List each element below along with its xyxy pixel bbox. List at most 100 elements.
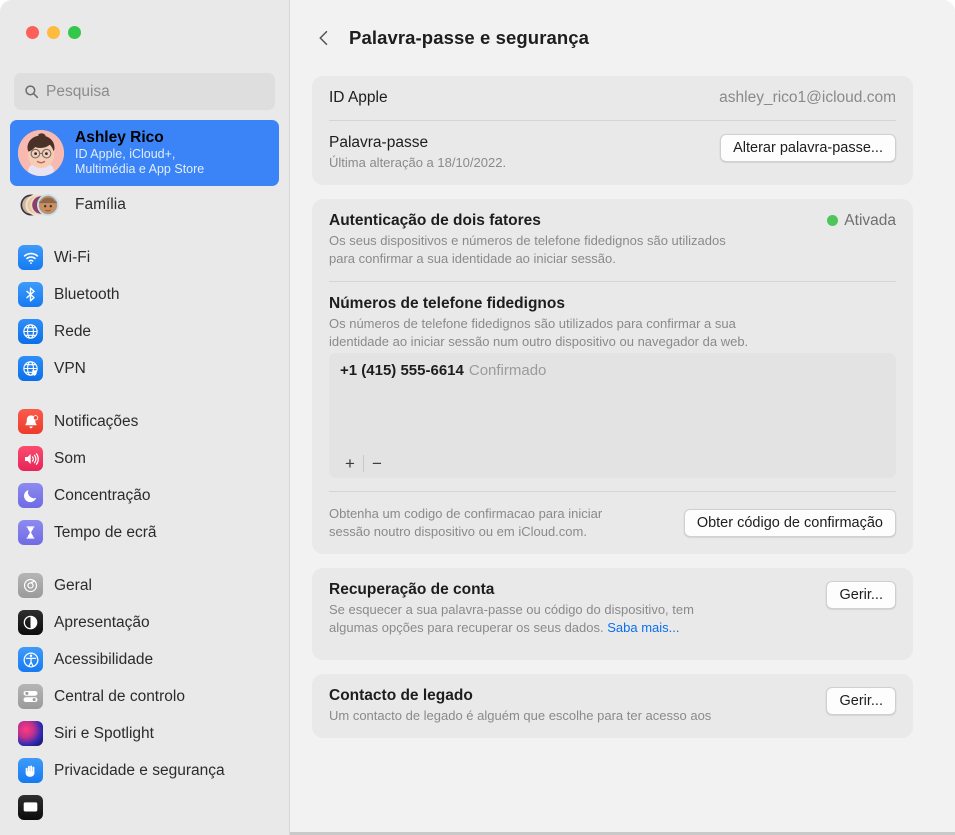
account-recovery-text-block: Recuperação de conta Se esquecer a sua p… — [329, 581, 694, 637]
sidebar-nav: Ashley Rico ID Apple, iCloud+, Multimédi… — [0, 120, 289, 835]
notifications-bell-icon — [18, 409, 43, 434]
sidebar-item-bluetooth-label: Bluetooth — [54, 285, 120, 303]
search-input[interactable] — [46, 82, 265, 101]
nav-divider-2 — [0, 387, 289, 403]
sidebar-item-privacy-security[interactable]: Privacidade e segurança — [10, 752, 279, 789]
sidebar-item-vpn[interactable]: VPN — [10, 350, 279, 387]
desktop-dock-icon — [18, 795, 43, 820]
family-memoji-icon — [18, 190, 64, 220]
listbox-toolbar: + − — [329, 450, 896, 478]
sidebar-item-notifications[interactable]: Notificações — [10, 403, 279, 440]
verification-code-description-line1: Obtenha um codigo de confirmacao para in… — [329, 505, 603, 521]
sidebar-item-screen-time-label: Tempo de ecrã — [54, 523, 157, 541]
trusted-phones-list: +1 (415) 555-6614 Confirmado — [329, 353, 896, 450]
status-badge: Ativada — [827, 212, 896, 230]
account-name: Ashley Rico — [75, 129, 164, 147]
learn-more-link[interactable]: Saba mais... — [607, 620, 679, 635]
sidebar-item-wifi[interactable]: Wi-Fi — [10, 239, 279, 276]
vpn-globe-icon — [18, 356, 43, 381]
sidebar-item-network-label: Rede — [54, 322, 92, 340]
general-gear-icon — [18, 573, 43, 598]
verification-code-description-line2: sessão noutro dispositivo ou em iCloud.c… — [329, 523, 587, 539]
trusted-phones-description-line1: Os números de telefone fidedignos são ut… — [329, 315, 736, 331]
sidebar-item-bluetooth[interactable]: Bluetooth — [10, 276, 279, 313]
close-window-button[interactable] — [26, 26, 39, 39]
sidebar: Ashley Rico ID Apple, iCloud+, Multimédi… — [0, 0, 290, 835]
maximize-window-button[interactable] — [68, 26, 81, 39]
account-recovery-row: Recuperação de conta Se esquecer a sua p… — [329, 568, 896, 661]
two-factor-row: Autenticação de dois fatores Os seus dis… — [329, 199, 896, 281]
sidebar-item-focus[interactable]: Concentração — [10, 477, 279, 514]
apple-id-label: ID Apple — [329, 89, 388, 106]
sidebar-item-siri-spotlight[interactable]: Siri e Spotlight — [10, 715, 279, 752]
sidebar-item-control-center[interactable]: Central de controlo — [10, 678, 279, 715]
main-pane: Palavra-passe e segurança ID Apple ashle… — [290, 0, 955, 835]
apple-id-row: ID Apple ashley_rico1@icloud.com — [329, 76, 896, 120]
account-recovery-title: Recuperação de conta — [329, 580, 495, 598]
legacy-contact-row: Contacto de legado Um contacto de legado… — [329, 674, 896, 738]
change-password-button[interactable]: Alterar palavra-passe... — [720, 134, 896, 162]
account-subtitle-line2: Multimédia e App Store — [75, 162, 205, 177]
apple-id-value: ashley_rico1@icloud.com — [719, 89, 896, 106]
sidebar-item-general[interactable]: Geral — [10, 567, 279, 604]
pane-titlebar: Palavra-passe e segurança — [290, 0, 955, 76]
verification-code-row: Obtenha um codigo de confirmacao para in… — [329, 492, 896, 554]
trusted-phones-block: Números de telefone fidedignos Os número… — [329, 282, 896, 478]
sound-speaker-icon — [18, 446, 43, 471]
sidebar-item-wifi-label: Wi-Fi — [54, 248, 91, 266]
settings-content: ID Apple ashley_rico1@icloud.com Palavra… — [290, 76, 955, 739]
wifi-icon — [18, 245, 43, 270]
sidebar-item-focus-label: Concentração — [54, 486, 151, 504]
window-controls — [26, 26, 81, 39]
two-factor-text-block: Autenticação de dois fatores Os seus dis… — [329, 212, 726, 268]
phone-state: Confirmado — [468, 361, 547, 379]
sidebar-item-control-center-label: Central de controlo — [54, 687, 185, 705]
control-center-icon — [18, 684, 43, 709]
sidebar-item-screen-time[interactable]: Tempo de ecrã — [10, 514, 279, 551]
manage-account-recovery-button[interactable]: Gerir... — [826, 580, 896, 609]
accessibility-icon — [18, 647, 43, 672]
sidebar-item-accessibility[interactable]: Acessibilidade — [10, 641, 279, 678]
phone-number: +1 (415) 555-6614 — [340, 361, 464, 379]
sidebar-item-appearance[interactable]: Apresentação — [10, 604, 279, 641]
network-globe-icon — [18, 319, 43, 344]
sidebar-item-sound[interactable]: Som — [10, 440, 279, 477]
manage-legacy-contact-button[interactable]: Gerir... — [826, 687, 896, 716]
account-recovery-description-line2: algumas opções para recuperar os seus da… — [329, 619, 608, 635]
password-label: Palavra-passe — [329, 134, 429, 151]
list-item[interactable]: +1 (415) 555-6614 Confirmado — [340, 362, 885, 379]
appearance-icon — [18, 610, 43, 635]
screen-time-hourglass-icon — [18, 520, 43, 545]
sidebar-item-account[interactable]: Ashley Rico ID Apple, iCloud+, Multimédi… — [10, 120, 279, 186]
trusted-phones-listbox[interactable]: +1 (415) 555-6614 Confirmado + − — [329, 352, 896, 478]
search-icon — [24, 84, 39, 99]
verification-code-text-block: Obtenha um codigo de confirmacao para in… — [329, 505, 602, 541]
remove-phone-button[interactable]: − — [364, 451, 390, 477]
two-factor-title: Autenticação de dois fatores — [329, 211, 541, 229]
password-row: Palavra-passe Última alteração a 18/10/2… — [329, 121, 896, 185]
sidebar-item-partial[interactable] — [10, 789, 279, 826]
trusted-phones-description-line2: identidade ao iniciar sessão num outro d… — [329, 333, 749, 349]
sidebar-item-network[interactable]: Rede — [10, 313, 279, 350]
privacy-hand-icon — [18, 758, 43, 783]
get-verification-code-button[interactable]: Obter código de confirmação — [683, 508, 896, 537]
sidebar-item-sound-label: Som — [54, 449, 86, 467]
legacy-contact-description-line1: Um contacto de legado é alguém que escol… — [329, 708, 712, 724]
status-dot-icon — [827, 215, 839, 227]
sidebar-item-family[interactable]: Família — [10, 186, 279, 223]
legacy-contact-title: Contacto de legado — [329, 687, 473, 705]
password-text-block: Palavra-passe Última alteração a 18/10/2… — [329, 134, 506, 172]
add-phone-button[interactable]: + — [337, 451, 363, 477]
sidebar-item-appearance-label: Apresentação — [54, 613, 150, 631]
sidebar-item-general-label: Geral — [54, 576, 92, 594]
trusted-phones-title: Números de telefone fidedignos — [329, 294, 565, 312]
settings-window: Ashley Rico ID Apple, iCloud+, Multimédi… — [0, 0, 955, 835]
nav-divider-3 — [0, 551, 289, 567]
account-card: ID Apple ashley_rico1@icloud.com Palavra… — [312, 76, 913, 185]
chevron-left-icon[interactable] — [311, 25, 337, 51]
search-field[interactable] — [14, 73, 275, 110]
minimize-window-button[interactable] — [47, 26, 60, 39]
status-label: Ativada — [844, 211, 896, 229]
sidebar-item-notifications-label: Notificações — [54, 412, 139, 430]
nav-divider-1 — [0, 223, 289, 239]
